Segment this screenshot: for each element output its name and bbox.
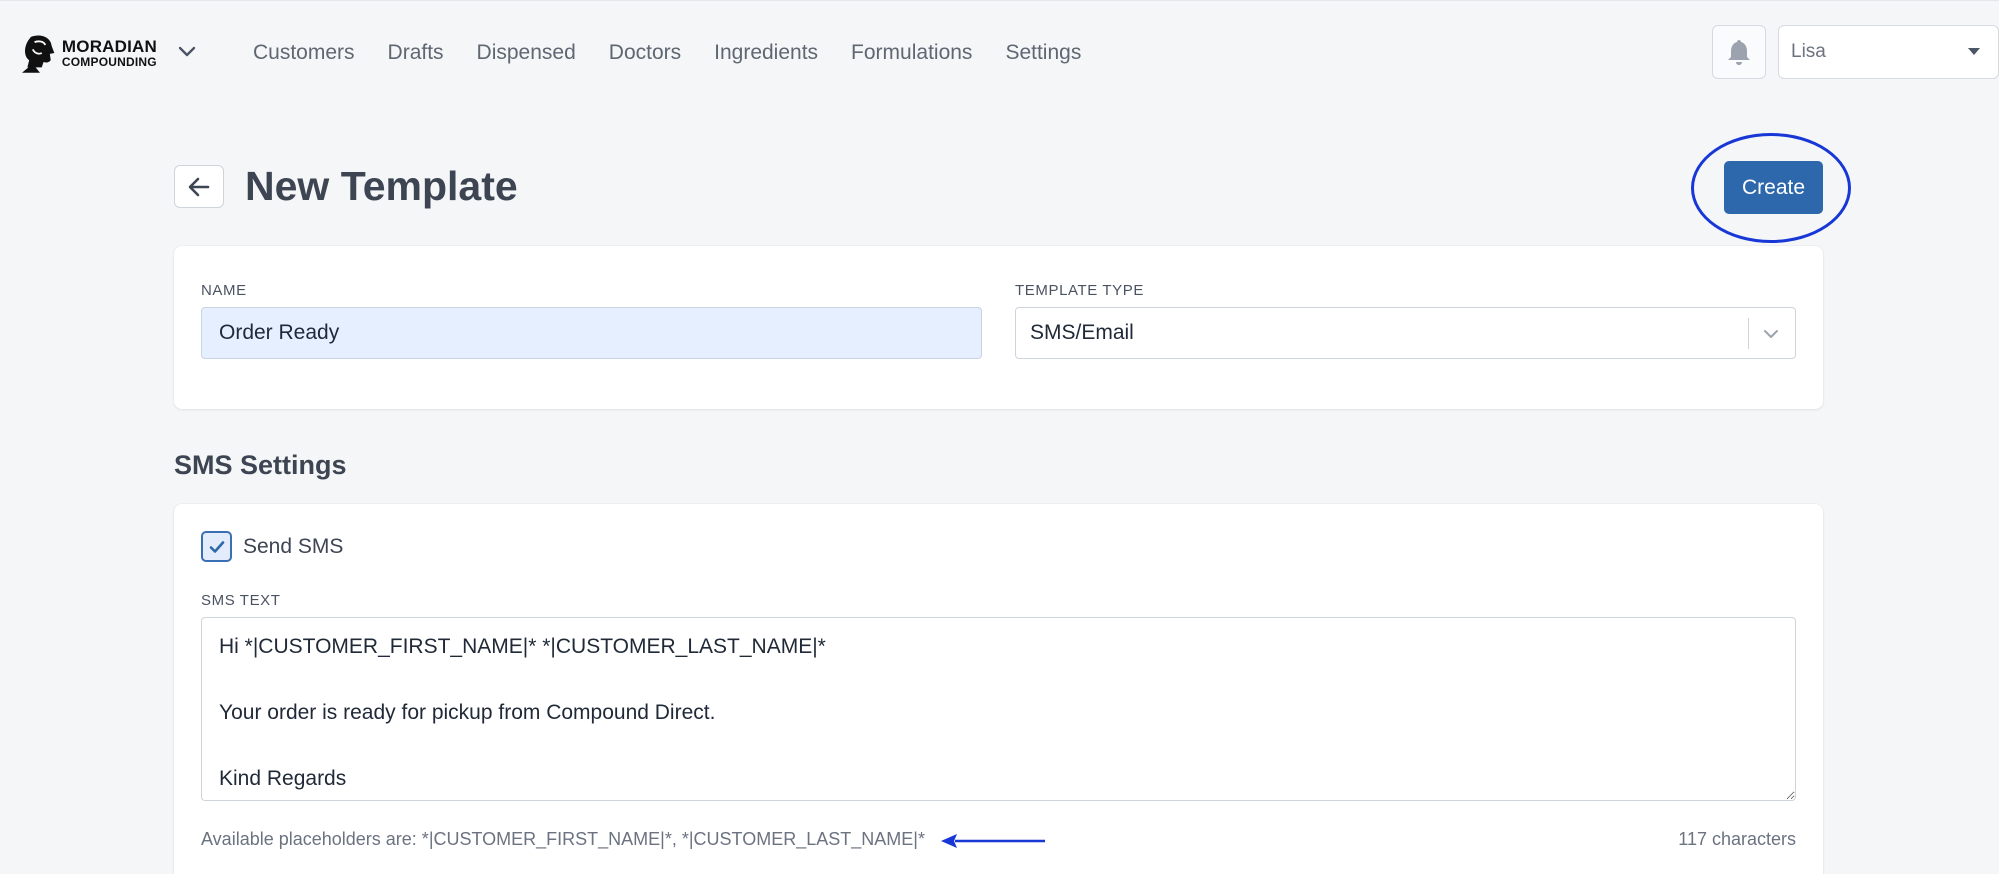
page-title: New Template [245,163,518,209]
template-type-select[interactable]: SMS/Email [1015,307,1796,359]
brand-name: MORADIAN COMPOUNDING [62,38,157,68]
name-input[interactable] [201,307,982,359]
send-sms-label[interactable]: Send SMS [243,533,343,561]
bell-icon [1728,40,1750,65]
back-arrow-icon [188,177,210,196]
nav-item-customers[interactable]: Customers [253,39,355,67]
brand-logo-icon [22,35,55,73]
character-count: 117 characters [1678,829,1796,849]
template-type-label: TEMPLATE TYPE [1015,282,1144,299]
brand-menu-toggle[interactable] [176,41,198,63]
top-navbar: MORADIAN COMPOUNDING Customers Drafts Di… [0,0,1999,104]
sms-text-label: SMS TEXT [201,592,281,609]
nav-item-ingredients[interactable]: Ingredients [714,39,818,67]
annotation-arrow-icon [941,834,1045,848]
create-button[interactable]: Create [1724,161,1823,214]
chevron-down-icon [178,46,196,57]
brand-line-2: COMPOUNDING [61,55,157,69]
template-details-card: NAME TEMPLATE TYPE SMS/Email [174,246,1823,409]
caret-down-icon [1968,48,1980,55]
sms-settings-heading: SMS Settings [174,450,347,480]
user-select-value: Lisa [1791,41,1826,62]
nav-item-doctors[interactable]: Doctors [609,39,681,67]
nav-item-settings[interactable]: Settings [1005,39,1081,67]
placeholders-hint: Available placeholders are: *|CUSTOMER_F… [201,829,925,849]
chevron-down-icon [1764,330,1778,338]
nav-item-drafts[interactable]: Drafts [388,39,444,67]
template-type-value: SMS/Email [1030,321,1134,344]
notifications-button[interactable] [1712,25,1766,79]
select-divider [1748,318,1749,349]
back-button[interactable] [174,165,224,208]
main-nav: Customers Drafts Dispensed Doctors Ingre… [253,39,1114,67]
send-sms-checkbox[interactable] [201,531,232,562]
brand-line-1: MORADIAN [61,37,157,56]
user-select[interactable]: Lisa [1778,25,1999,79]
sms-settings-card: Send SMS SMS TEXT Hi *|CUSTOMER_FIRST_NA… [174,504,1823,874]
nav-item-formulations[interactable]: Formulations [851,39,972,67]
sms-text-input[interactable]: Hi *|CUSTOMER_FIRST_NAME|* *|CUSTOMER_LA… [201,617,1796,801]
nav-item-dispensed[interactable]: Dispensed [477,39,576,67]
name-label: NAME [201,282,247,299]
brand-logo[interactable]: MORADIAN COMPOUNDING [22,31,157,75]
checkmark-icon [209,540,224,553]
